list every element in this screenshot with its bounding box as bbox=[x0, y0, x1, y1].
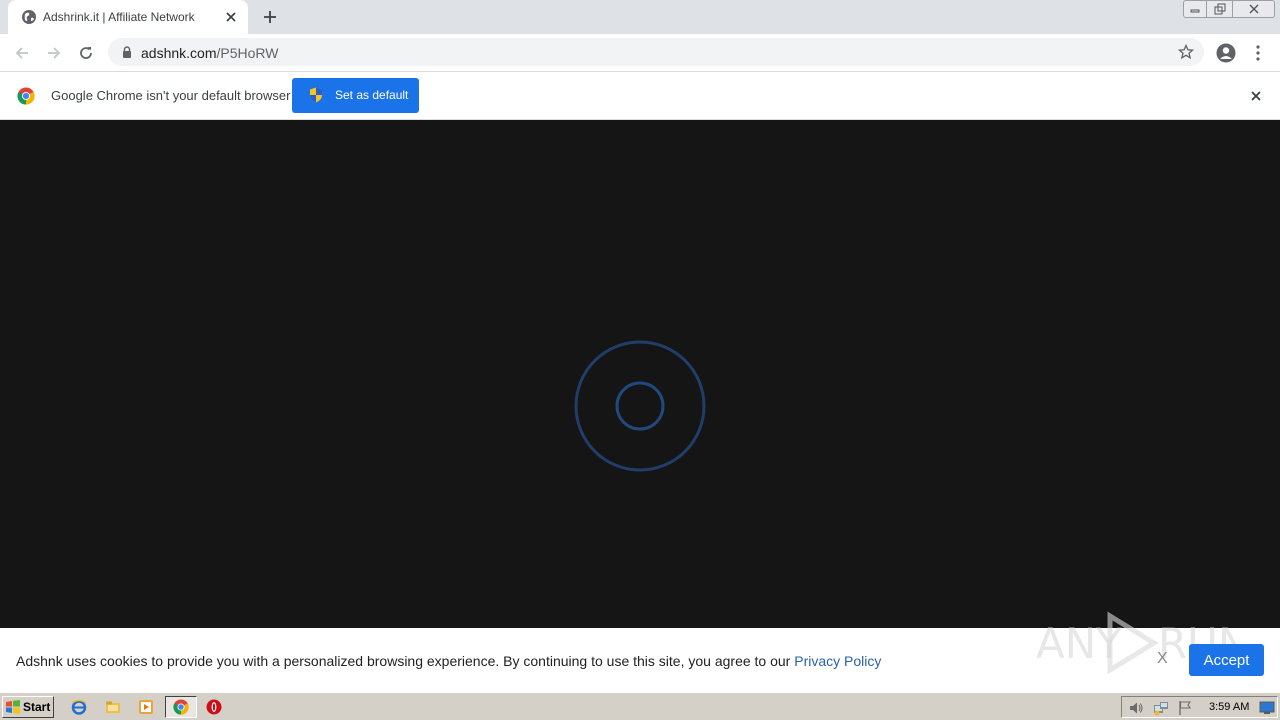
url-path: /P5HoRW bbox=[216, 45, 279, 61]
set-as-default-label: Set as default bbox=[335, 88, 409, 102]
address-bar[interactable]: adshnk.com/P5HoRW bbox=[108, 38, 1204, 66]
tab-title: Adshrink.it | Affiliate Network bbox=[43, 10, 195, 24]
cookie-message-text: Adshnk uses cookies to provide you with … bbox=[16, 653, 795, 669]
cookie-message: Adshnk uses cookies to provide you with … bbox=[16, 653, 881, 669]
set-as-default-button[interactable]: Set as default bbox=[292, 78, 419, 113]
infobar-message: Google Chrome isn't your default browser bbox=[51, 88, 291, 103]
windows-flag-icon bbox=[6, 700, 20, 714]
default-browser-infobar: Google Chrome isn't your default browser… bbox=[0, 72, 1280, 120]
page-content bbox=[0, 120, 1280, 628]
internet-explorer-icon[interactable] bbox=[70, 698, 88, 716]
volume-icon[interactable] bbox=[1128, 700, 1144, 716]
windows-taskbar: Start 3:59 AM bbox=[0, 692, 1280, 720]
window-close-button[interactable] bbox=[1233, 0, 1275, 18]
start-label: Start bbox=[23, 700, 51, 714]
start-button[interactable]: Start bbox=[2, 696, 54, 718]
chrome-taskbar-icon bbox=[173, 699, 189, 715]
new-tab-icon[interactable] bbox=[258, 6, 282, 28]
show-desktop-icon[interactable] bbox=[1259, 700, 1275, 716]
cookie-consent-bar: Adshnk uses cookies to provide you with … bbox=[0, 611, 1280, 692]
reload-icon[interactable] bbox=[74, 41, 98, 65]
taskbar-chrome-active[interactable] bbox=[165, 696, 197, 718]
menu-dots-icon[interactable] bbox=[1246, 41, 1270, 65]
privacy-policy-link[interactable]: Privacy Policy bbox=[794, 653, 881, 669]
tab-strip: Adshrink.it | Affiliate Network bbox=[0, 0, 1280, 34]
network-icon[interactable] bbox=[1153, 700, 1169, 716]
media-player-icon[interactable] bbox=[137, 698, 155, 716]
browser-toolbar: adshnk.com/P5HoRW bbox=[0, 34, 1280, 72]
lock-icon bbox=[123, 46, 131, 58]
file-explorer-icon[interactable] bbox=[104, 698, 122, 716]
bookmark-star-icon[interactable] bbox=[1176, 42, 1196, 62]
accept-cookies-button[interactable]: Accept bbox=[1189, 644, 1264, 676]
window-minimize-button[interactable] bbox=[1183, 0, 1207, 18]
loading-spinner-icon bbox=[574, 340, 706, 472]
chrome-logo-icon bbox=[17, 87, 35, 105]
url-text: adshnk.com/P5HoRW bbox=[141, 45, 278, 61]
action-center-flag-icon[interactable] bbox=[1177, 700, 1193, 716]
globe-icon bbox=[22, 10, 36, 24]
tab-active[interactable]: Adshrink.it | Affiliate Network bbox=[8, 0, 248, 34]
window-restore-button[interactable] bbox=[1207, 0, 1233, 18]
cookie-dismiss-button[interactable]: X bbox=[1157, 650, 1168, 668]
tab-close-icon[interactable] bbox=[222, 8, 240, 26]
system-tray: 3:59 AM bbox=[1121, 696, 1278, 718]
infobar-close-icon[interactable] bbox=[1246, 86, 1266, 106]
back-arrow-icon[interactable] bbox=[10, 41, 34, 65]
taskbar-clock: 3:59 AM bbox=[1209, 701, 1250, 713]
uac-shield-icon bbox=[310, 87, 322, 103]
forward-arrow-icon[interactable] bbox=[42, 41, 66, 65]
opera-icon[interactable] bbox=[205, 698, 223, 716]
profile-avatar-icon[interactable] bbox=[1214, 41, 1238, 65]
url-host: adshnk.com bbox=[141, 45, 217, 61]
